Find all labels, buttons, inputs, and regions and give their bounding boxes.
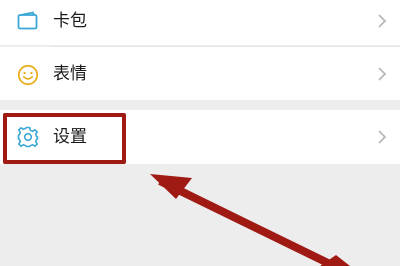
annotation-arrow (150, 174, 350, 266)
